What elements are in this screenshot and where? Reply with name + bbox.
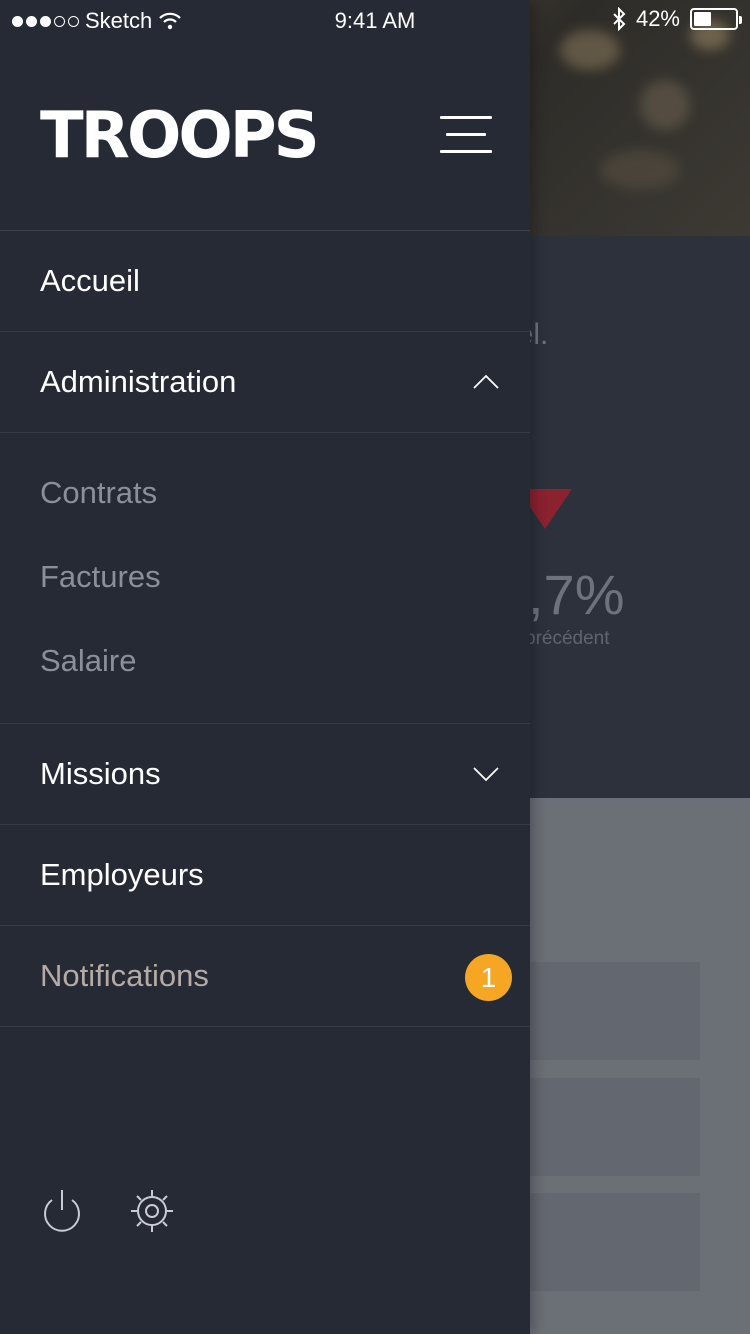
chevron-up-icon	[473, 374, 499, 389]
status-right: 42%	[612, 6, 742, 32]
menu-item-label: Missions	[40, 756, 161, 791]
submenu-item-label: Contrats	[40, 475, 158, 510]
menu-item-label: Employeurs	[40, 857, 204, 892]
menu-item-label: Administration	[40, 364, 237, 399]
power-icon[interactable]	[38, 1186, 86, 1236]
submenu-item-factures[interactable]: Factures	[0, 535, 530, 619]
submenu-item-label: Factures	[40, 559, 161, 594]
chevron-down-icon	[473, 767, 499, 782]
status-bar: Sketch 9:41 AM 42%	[0, 0, 750, 40]
submenu-administration: Contrats Factures Salaire	[0, 433, 530, 724]
menu-item-missions[interactable]: Missions	[0, 724, 530, 825]
logo-text: TROOPS	[40, 99, 320, 173]
menu-item-notifications[interactable]: Notifications 1	[0, 926, 530, 1027]
stats-caption: précédent	[525, 628, 610, 649]
menu-item-employeurs[interactable]: Employeurs	[0, 825, 530, 926]
menu-item-administration[interactable]: Administration	[0, 332, 530, 433]
settings-icon[interactable]	[128, 1186, 176, 1236]
stats-percent: ,7%	[528, 563, 625, 626]
list-card	[500, 1193, 700, 1291]
list-card	[500, 962, 700, 1060]
side-drawer: TROOPS Accueil Administration Contrats F…	[0, 0, 530, 1334]
menu-item-accueil[interactable]: Accueil	[0, 231, 530, 332]
submenu-item-salaire[interactable]: Salaire	[0, 619, 530, 703]
menu-item-label: Accueil	[40, 263, 140, 298]
battery-percent: 42%	[635, 6, 680, 31]
submenu-item-label: Salaire	[40, 643, 137, 678]
logo: TROOPS	[40, 99, 320, 173]
battery-icon	[690, 8, 742, 30]
bluetooth-icon	[613, 7, 626, 31]
menu-item-label: Notifications	[40, 958, 209, 993]
list-card	[500, 1078, 700, 1176]
hamburger-menu-icon[interactable]	[440, 116, 492, 156]
drawer-footer	[38, 1186, 176, 1236]
notification-badge: 1	[465, 954, 512, 1001]
submenu-item-contrats[interactable]: Contrats	[0, 451, 530, 535]
nav-menu: Accueil Administration Contrats Factures…	[0, 230, 530, 1027]
